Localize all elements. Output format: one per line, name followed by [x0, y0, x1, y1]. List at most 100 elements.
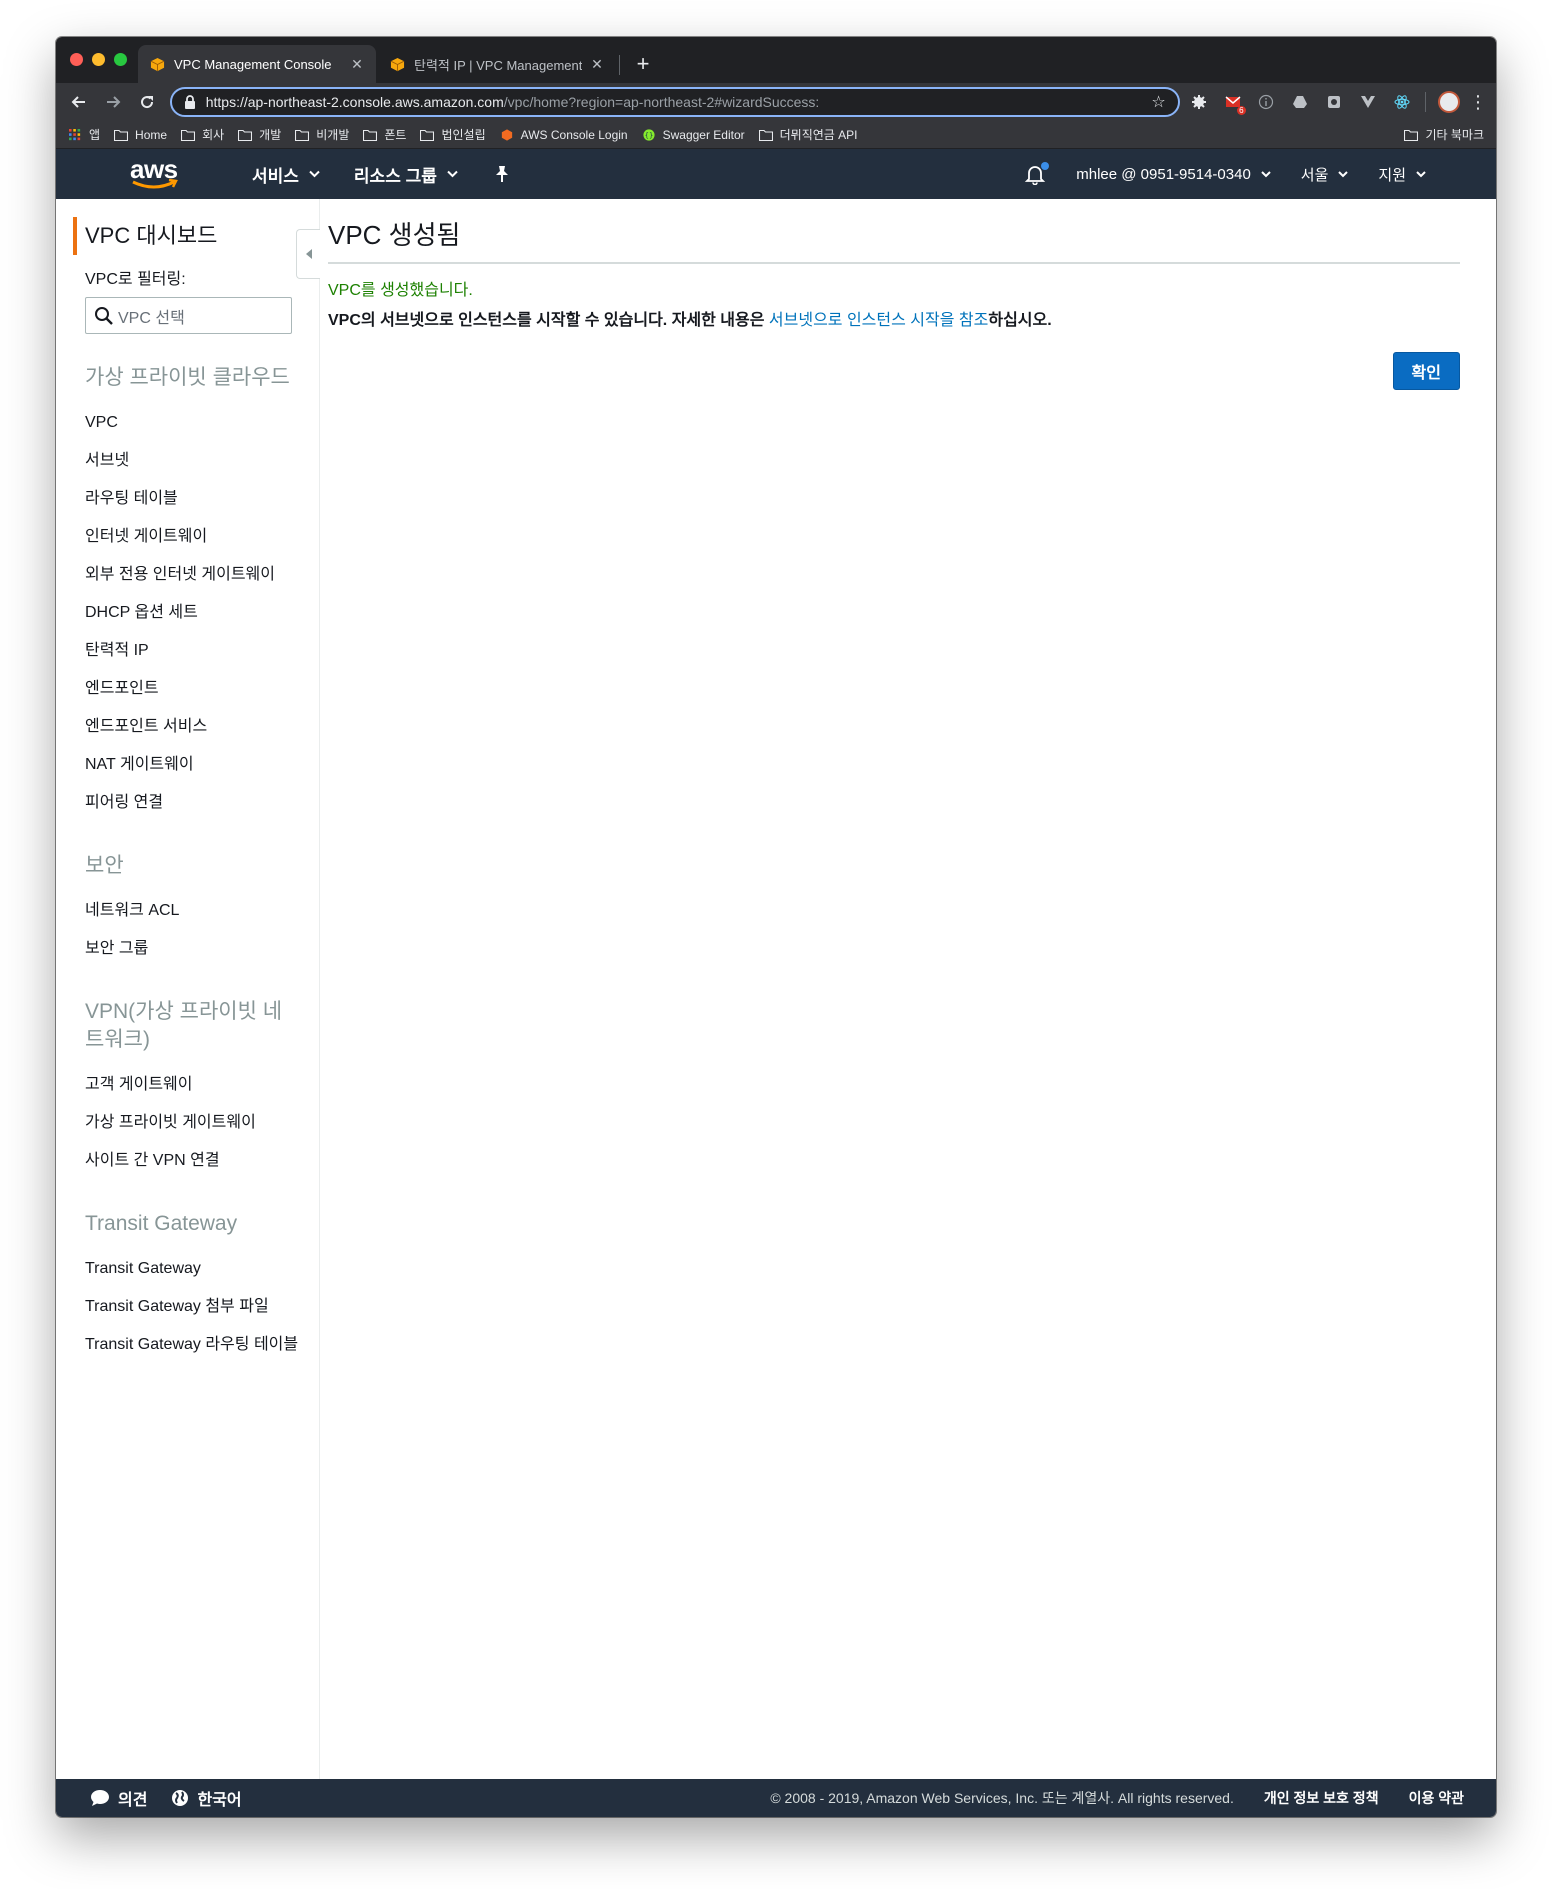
sidebar-item-route-tables[interactable]: 라우팅 테이블	[85, 480, 319, 518]
browser-window: VPC Management Console ✕ 탄력적 IP | VPC Ma…	[56, 37, 1496, 1817]
tab-close-icon[interactable]: ✕	[590, 56, 604, 73]
aws-logo[interactable]: aws	[130, 154, 182, 192]
bookmark-label: Home	[135, 127, 168, 142]
bookmark-company[interactable]: 회사	[181, 126, 224, 143]
chevron-down-icon	[1261, 170, 1271, 177]
bookmark-other[interactable]: 기타 북마크	[1404, 126, 1484, 143]
search-icon	[95, 306, 113, 325]
feedback-button[interactable]: 의견	[90, 1786, 147, 1810]
folder-icon	[181, 129, 196, 141]
window-controls	[70, 53, 127, 66]
sidebar-item-transit-gateway-route-tables[interactable]: Transit Gateway 라우팅 테이블	[85, 1326, 319, 1363]
bookmark-swagger-editor[interactable]: {} Swagger Editor	[642, 128, 745, 142]
lock-icon	[184, 95, 195, 109]
bookmark-non-dev[interactable]: 비개발	[295, 126, 349, 143]
sidebar-section-security: 보안	[85, 854, 124, 877]
confirm-button[interactable]: 확인	[1392, 352, 1460, 390]
bookmark-incorporation[interactable]: 법인설립	[420, 126, 486, 143]
vpc-filter-select[interactable]: VPC 선택	[85, 297, 292, 334]
sidebar-item-vpc[interactable]: VPC	[85, 404, 319, 442]
reload-icon	[140, 96, 153, 109]
bookmark-aws-console-login[interactable]: AWS Console Login	[500, 128, 628, 142]
sidebar-item-virtual-private-gateways[interactable]: 가상 프라이빗 게이트웨이	[85, 1104, 319, 1142]
sidebar-title[interactable]: VPC 대시보드	[73, 217, 319, 255]
bookmark-home[interactable]: Home	[114, 128, 167, 142]
address-bar[interactable]: https://ap-northeast-2.console.aws.amazo…	[169, 87, 1180, 117]
folder-icon	[295, 129, 310, 141]
vue-extension-icon[interactable]	[1353, 87, 1383, 117]
mail-extension-icon[interactable]: 6	[1218, 87, 1248, 117]
aws-nav-right: mhlee @ 0951-9514-0340 서울 지원	[1024, 149, 1426, 199]
react-extension-icon[interactable]	[1387, 87, 1417, 117]
bookmark-music-pension-api[interactable]: 더뮈직연금 API	[758, 126, 858, 143]
maximize-window-button[interactable]	[114, 53, 127, 66]
language-selector[interactable]: 한국어	[171, 1786, 242, 1810]
sidebar-item-nat-gateways[interactable]: NAT 게이트웨이	[85, 746, 319, 784]
shield-extension-icon[interactable]	[1319, 87, 1349, 117]
close-window-button[interactable]	[70, 53, 83, 66]
profile-avatar[interactable]	[1438, 91, 1461, 113]
bookmark-label: 더뮈직연금 API	[779, 128, 858, 142]
services-menu[interactable]: 서비스	[252, 162, 320, 187]
sidebar-item-egress-only-gateways[interactable]: 외부 전용 인터넷 게이트웨이	[85, 556, 319, 594]
aws-cube-icon	[390, 57, 405, 71]
account-menu[interactable]: mhlee @ 0951-9514-0340	[1076, 166, 1271, 183]
gear-extension-icon[interactable]	[1184, 87, 1214, 117]
privacy-policy-link[interactable]: 개인 정보 보호 정책	[1264, 1788, 1379, 1808]
browser-menu-icon[interactable]: ⋮	[1468, 92, 1488, 113]
sidebar-item-endpoint-services[interactable]: 엔드포인트 서비스	[85, 708, 319, 746]
arrow-right-icon	[106, 96, 121, 108]
success-message: VPC를 생성했습니다.	[328, 282, 473, 299]
resource-groups-menu[interactable]: 리소스 그룹	[354, 162, 458, 187]
bookmark-apps[interactable]: 앱	[68, 126, 100, 143]
sidebar-item-internet-gateways[interactable]: 인터넷 게이트웨이	[85, 518, 319, 556]
main-area: VPC 대시보드 VPC로 필터링: VPC 선택 가상 프라이빗 클라우드 V…	[56, 199, 1496, 1779]
sidebar-item-customer-gateways[interactable]: 고객 게이트웨이	[85, 1066, 319, 1104]
sidebar-collapse-button[interactable]	[296, 229, 320, 279]
info-message: VPC의 서브넷으로 인스턴스를 시작할 수 있습니다. 자세한 내용은 서브넷…	[328, 306, 1460, 330]
sidebar-item-subnets[interactable]: 서브넷	[85, 442, 319, 480]
forward-button[interactable]	[98, 87, 128, 117]
new-tab-button[interactable]: +	[626, 47, 660, 81]
drive-extension-icon[interactable]	[1285, 87, 1315, 117]
bookmark-fonts[interactable]: 폰트	[363, 126, 406, 143]
support-menu[interactable]: 지원	[1378, 164, 1426, 185]
sidebar-list-vpc: VPC 서브넷 라우팅 테이블 인터넷 게이트웨이 외부 전용 인터넷 게이트웨…	[56, 404, 319, 822]
bookmark-label: 개발	[259, 128, 282, 142]
support-label: 지원	[1378, 166, 1406, 184]
sidebar-list-vpn: 고객 게이트웨이 가상 프라이빗 게이트웨이 사이트 간 VPN 연결	[56, 1066, 319, 1180]
globe-icon	[172, 1790, 189, 1806]
speech-bubble-icon	[91, 1790, 109, 1806]
bookmark-dev[interactable]: 개발	[238, 126, 281, 143]
sidebar-item-elastic-ips[interactable]: 탄력적 IP	[85, 632, 319, 670]
back-button[interactable]	[64, 87, 94, 117]
sidebar: VPC 대시보드 VPC로 필터링: VPC 선택 가상 프라이빗 클라우드 V…	[56, 199, 320, 1779]
sidebar-item-peering[interactable]: 피어링 연결	[85, 784, 319, 822]
reload-button[interactable]	[132, 87, 162, 117]
bookmark-label: 회사	[202, 128, 225, 142]
tab-close-icon[interactable]: ✕	[350, 56, 364, 73]
sidebar-item-security-groups[interactable]: 보안 그룹	[85, 930, 319, 968]
region-menu[interactable]: 서울	[1301, 164, 1349, 185]
pin-button[interactable]	[494, 165, 510, 183]
tab-elastic-ip[interactable]: 탄력적 IP | VPC Management Co ✕	[378, 45, 616, 83]
info-extension-icon[interactable]	[1252, 87, 1282, 117]
sidebar-item-network-acls[interactable]: 네트워크 ACL	[85, 892, 319, 930]
url-path: /vpc/home?region=ap-northeast-2#wizardSu…	[503, 94, 820, 110]
chevron-down-icon	[1338, 170, 1349, 177]
sidebar-section-transit-gateway: Transit Gateway	[85, 1212, 238, 1235]
terms-of-use-link[interactable]: 이용 약관	[1409, 1788, 1464, 1808]
sidebar-item-endpoints[interactable]: 엔드포인트	[85, 670, 319, 708]
sidebar-item-site-to-site-vpn[interactable]: 사이트 간 VPN 연결	[85, 1142, 319, 1180]
bookmark-label: AWS Console Login	[520, 127, 628, 142]
tab-vpc-management-console[interactable]: VPC Management Console ✕	[138, 45, 376, 83]
sidebar-item-transit-gateway-attachments[interactable]: Transit Gateway 첨부 파일	[85, 1288, 319, 1326]
minimize-window-button[interactable]	[92, 53, 105, 66]
bookmark-star-icon[interactable]: ☆	[1151, 92, 1165, 112]
toolbar-separator	[1425, 92, 1427, 112]
notifications-button[interactable]	[1024, 162, 1050, 186]
swagger-icon: {}	[643, 128, 655, 141]
launch-instance-doc-link[interactable]: 서브넷으로 인스턴스 시작을 참조	[769, 312, 988, 329]
sidebar-item-transit-gateways[interactable]: Transit Gateway	[85, 1250, 319, 1288]
sidebar-item-dhcp-options[interactable]: DHCP 옵션 세트	[85, 594, 319, 632]
